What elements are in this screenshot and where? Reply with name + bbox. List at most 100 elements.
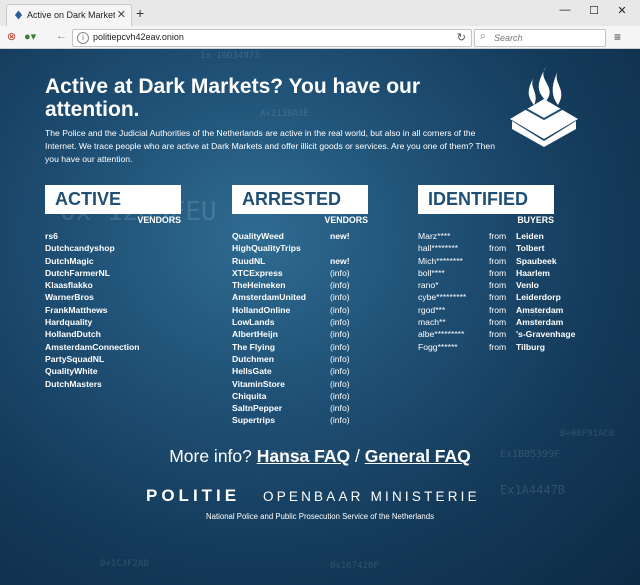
buyer-city: 's-Gravenhage [516, 329, 576, 340]
new-tab-button[interactable]: + [136, 5, 144, 21]
vendor-name: XTCExpress [232, 267, 283, 278]
noscript-icon[interactable]: ⊗ [7, 30, 16, 43]
list-item: HollandOnline (info) [232, 304, 368, 316]
status-tag[interactable]: (info) [330, 390, 350, 402]
status-tag: new! [330, 231, 350, 241]
vendors-subheading: VENDORS [137, 215, 181, 225]
status-tag[interactable]: (info) [330, 414, 350, 426]
identified-buyers-list: Marz**** from Leiden hall******** from Tolber… [418, 230, 575, 353]
active-vendors-column: ACTIVE VENDORS rs6 Dutchcandyshop DutchMag… [45, 185, 181, 390]
buyer-name: boll**** [418, 267, 445, 278]
vendor-name: HellsGate [232, 366, 272, 377]
search-input[interactable] [492, 31, 601, 45]
status-tag[interactable]: (info) [330, 341, 350, 353]
vendor-name: SaltnPepper [232, 403, 283, 414]
list-item: rano* from Venlo [418, 279, 554, 291]
list-item: Fogg****** from Tilburg [418, 341, 554, 353]
list-item: FrankMatthews [45, 304, 108, 315]
list-item: PartySquadNL [45, 353, 105, 364]
url-text: politiepcvh42eav.onion [93, 32, 184, 42]
vendor-name: TheHeineken [232, 280, 286, 291]
list-item: QualityWhite [45, 366, 98, 377]
active-vendors-list: rs6 Dutchcandyshop DutchMagic DutchFarmerNL… [45, 230, 181, 390]
status-tag[interactable]: (info) [330, 378, 350, 390]
buyer-name: rgod*** [418, 304, 446, 315]
status-tag[interactable]: (info) [330, 304, 350, 316]
list-item: boll**** from Haarlem [418, 267, 554, 279]
arrested-vendors-column: ARRESTED VENDORS QualityWeed new! HighQual… [232, 185, 368, 427]
list-item: TheHeineken (info) [232, 279, 368, 291]
status-tag[interactable]: (info) [330, 353, 350, 365]
vendor-name: Dutchmen [232, 353, 275, 364]
list-item: Dutchcandyshop [45, 243, 115, 254]
browser-tab[interactable]: Active on Dark Markets? Y... ✕ [6, 4, 132, 27]
hansa-faq-link[interactable]: Hansa FAQ [257, 446, 350, 466]
vendors-subheading: VENDORS [324, 215, 368, 225]
status-tag[interactable]: (info) [330, 267, 350, 279]
list-item: Mich******** from Spaubeek [418, 255, 557, 267]
status-tag[interactable]: (info) [330, 291, 350, 303]
list-item: SaltnPepper (info) [232, 402, 368, 414]
vendor-name: AlbertHeijn [232, 329, 278, 340]
buyer-name: Marz**** [418, 231, 451, 241]
status-tag[interactable]: (info) [330, 279, 350, 291]
status-tag[interactable]: (info) [330, 316, 350, 328]
site-info-icon[interactable]: i [77, 32, 89, 44]
vendor-name: QualityWeed [232, 231, 284, 241]
buyer-name: hall******** [418, 243, 459, 254]
tor-onion-icon[interactable]: ●▾ [24, 30, 36, 43]
list-item: hall******** from Tolbert [418, 242, 554, 254]
tab-title: Active on Dark Markets? Y... [27, 10, 115, 20]
identified-buyers-column: IDENTIFIED BUYERS Marz**** from Leiden hall… [418, 185, 575, 353]
arrested-heading: ARRESTED [232, 185, 368, 214]
faq-line: More info? Hansa FAQ / General FAQ [0, 446, 640, 467]
list-item: rs6 [45, 231, 58, 241]
politie-favicon-icon [14, 10, 23, 20]
arrested-vendors-list: QualityWeed new! HighQualityTrips RuudNL new… [232, 230, 368, 427]
background-texture: 0x167420F [330, 561, 379, 571]
politie-flame-logo-icon [510, 67, 578, 147]
list-item: AmsterdamUnited (info) [232, 291, 368, 303]
status-tag[interactable]: (info) [330, 402, 350, 414]
list-item: LowLands (info) [232, 316, 368, 328]
url-bar[interactable]: i politiepcvh42eav.onion ↻ [72, 29, 472, 47]
maximize-button[interactable]: ☐ [584, 4, 604, 17]
search-bar[interactable]: ⌕ [474, 29, 606, 47]
status-tag: new! [330, 255, 350, 266]
status-tag[interactable]: (info) [330, 365, 350, 377]
list-item: HighQualityTrips [232, 242, 368, 254]
openbaar-ministerie-wordmark: OPENBAAR MINISTERIE [263, 489, 480, 504]
window-close-button[interactable]: ✕ [612, 4, 632, 17]
background-texture: 1x 10D34973 [200, 51, 260, 61]
politie-wordmark: POLITIE [146, 486, 240, 506]
minimize-button[interactable]: — [555, 4, 575, 16]
vendor-name: LowLands [232, 317, 275, 328]
list-item: QualityWeed new! [232, 230, 368, 242]
tab-close-icon[interactable]: ✕ [117, 8, 126, 21]
list-item: Supertrips (info) [232, 414, 368, 426]
from-label: from [489, 341, 507, 352]
vendor-name: HighQualityTrips [232, 243, 301, 254]
from-label: from [489, 292, 507, 303]
buyer-city: Spaubeek [516, 255, 557, 266]
list-item: AlbertHeijn (info) [232, 328, 368, 340]
status-tag[interactable]: (info) [330, 328, 350, 340]
back-arrow-icon[interactable]: ← [56, 30, 67, 42]
list-item: Dutchmen (info) [232, 353, 368, 365]
vendor-name: Supertrips [232, 415, 275, 426]
buyer-name: mach** [418, 317, 446, 328]
list-item: cybe********* from Leiderdorp [418, 291, 561, 303]
reload-icon[interactable]: ↻ [457, 31, 466, 44]
from-label: from [489, 243, 507, 254]
buyer-name: albe********* [418, 329, 465, 340]
general-faq-link[interactable]: General FAQ [365, 446, 471, 466]
footer-text: National Police and Public Prosecution S… [206, 512, 434, 521]
buyer-city: Amsterdam [516, 317, 564, 328]
from-label: from [489, 267, 507, 278]
list-item: albe********* from 's-Gravenhage [418, 328, 575, 340]
faq-prefix: More info? [169, 446, 252, 466]
buyer-city: Leiderdorp [516, 292, 561, 303]
from-label: from [489, 231, 507, 241]
hamburger-menu-icon[interactable]: ≡ [614, 30, 621, 44]
buyer-city: Tolbert [516, 243, 545, 254]
